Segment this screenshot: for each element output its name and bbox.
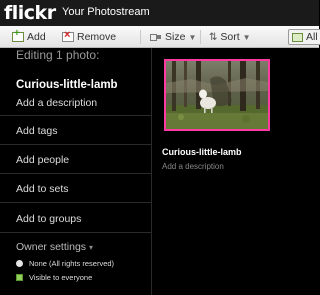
size-dropdown-label: Size [165,31,186,43]
select-all-label: All [306,31,318,43]
organizr-toolbar: Add Remove Size ▼ ⇅ Sort ▼ All [0,26,320,48]
toolbar-divider [200,30,201,44]
size-icon [150,33,162,41]
editing-heading: Editing 1 photo: [16,48,100,62]
add-description-link[interactable]: Add a description [16,97,97,110]
size-dropdown[interactable]: Size ▼ [150,30,196,44]
license-icon [16,259,23,267]
photostream-title: Your Photostream [62,6,150,18]
photo-title-field[interactable]: Curious-little-lamb [16,78,118,92]
privacy-label: Visible to everyone [29,272,93,282]
add-button[interactable]: Add [12,28,46,44]
chevron-down-icon: ▼ [242,32,251,42]
add-tags-row[interactable]: Add tags [0,116,152,145]
chevron-down-icon: ▼ [188,32,197,42]
sort-dropdown[interactable]: ⇅ Sort ▼ [209,30,251,44]
license-setting[interactable]: None (All rights reserved) [16,258,114,268]
add-to-groups-row[interactable]: Add to groups [0,203,152,233]
remove-button-label: Remove [77,31,117,43]
add-people-link[interactable]: Add people [16,154,69,167]
flickr-logo[interactable]: flickr [4,2,56,24]
thumbnail-add-description[interactable]: Add a description [162,162,224,172]
add-tags-link[interactable]: Add tags [16,125,57,138]
add-people-row[interactable]: Add people [0,145,152,174]
thumbnail-title[interactable]: Curious-little-lamb [162,147,242,158]
privacy-icon [16,273,23,281]
privacy-setting[interactable]: Visible to everyone [16,272,92,282]
sort-icon: ⇅ [209,31,218,43]
select-all-icon [292,32,303,42]
owner-settings-label: Owner settings [16,241,87,253]
photo-grid: Curious-little-lamb Add a description [153,48,319,295]
add-button-label: Add [27,31,46,43]
add-to-groups-link[interactable]: Add to groups [16,213,81,226]
top-bar: flickr Your Photostream [0,0,319,26]
select-all-button[interactable]: All [288,29,320,45]
chevron-down-icon: ▾ [89,243,94,252]
toolbar-divider [140,30,141,44]
remove-button[interactable]: Remove [62,29,117,44]
photo-thumbnail[interactable] [164,59,270,131]
lamb-photo-image [166,61,268,129]
edit-panel: Editing 1 photo: Curious-little-lamb Add… [0,48,152,295]
add-to-sets-link[interactable]: Add to sets [16,183,69,196]
add-to-sets-row[interactable]: Add to sets [0,174,152,203]
add-icon [12,28,24,42]
owner-settings-toggle[interactable]: Owner settings ▾ [16,241,93,254]
add-description-row[interactable]: Add a description [0,93,152,116]
remove-icon [62,29,74,42]
license-label: None (All rights reserved) [29,258,115,268]
sort-dropdown-label: Sort [220,31,240,43]
